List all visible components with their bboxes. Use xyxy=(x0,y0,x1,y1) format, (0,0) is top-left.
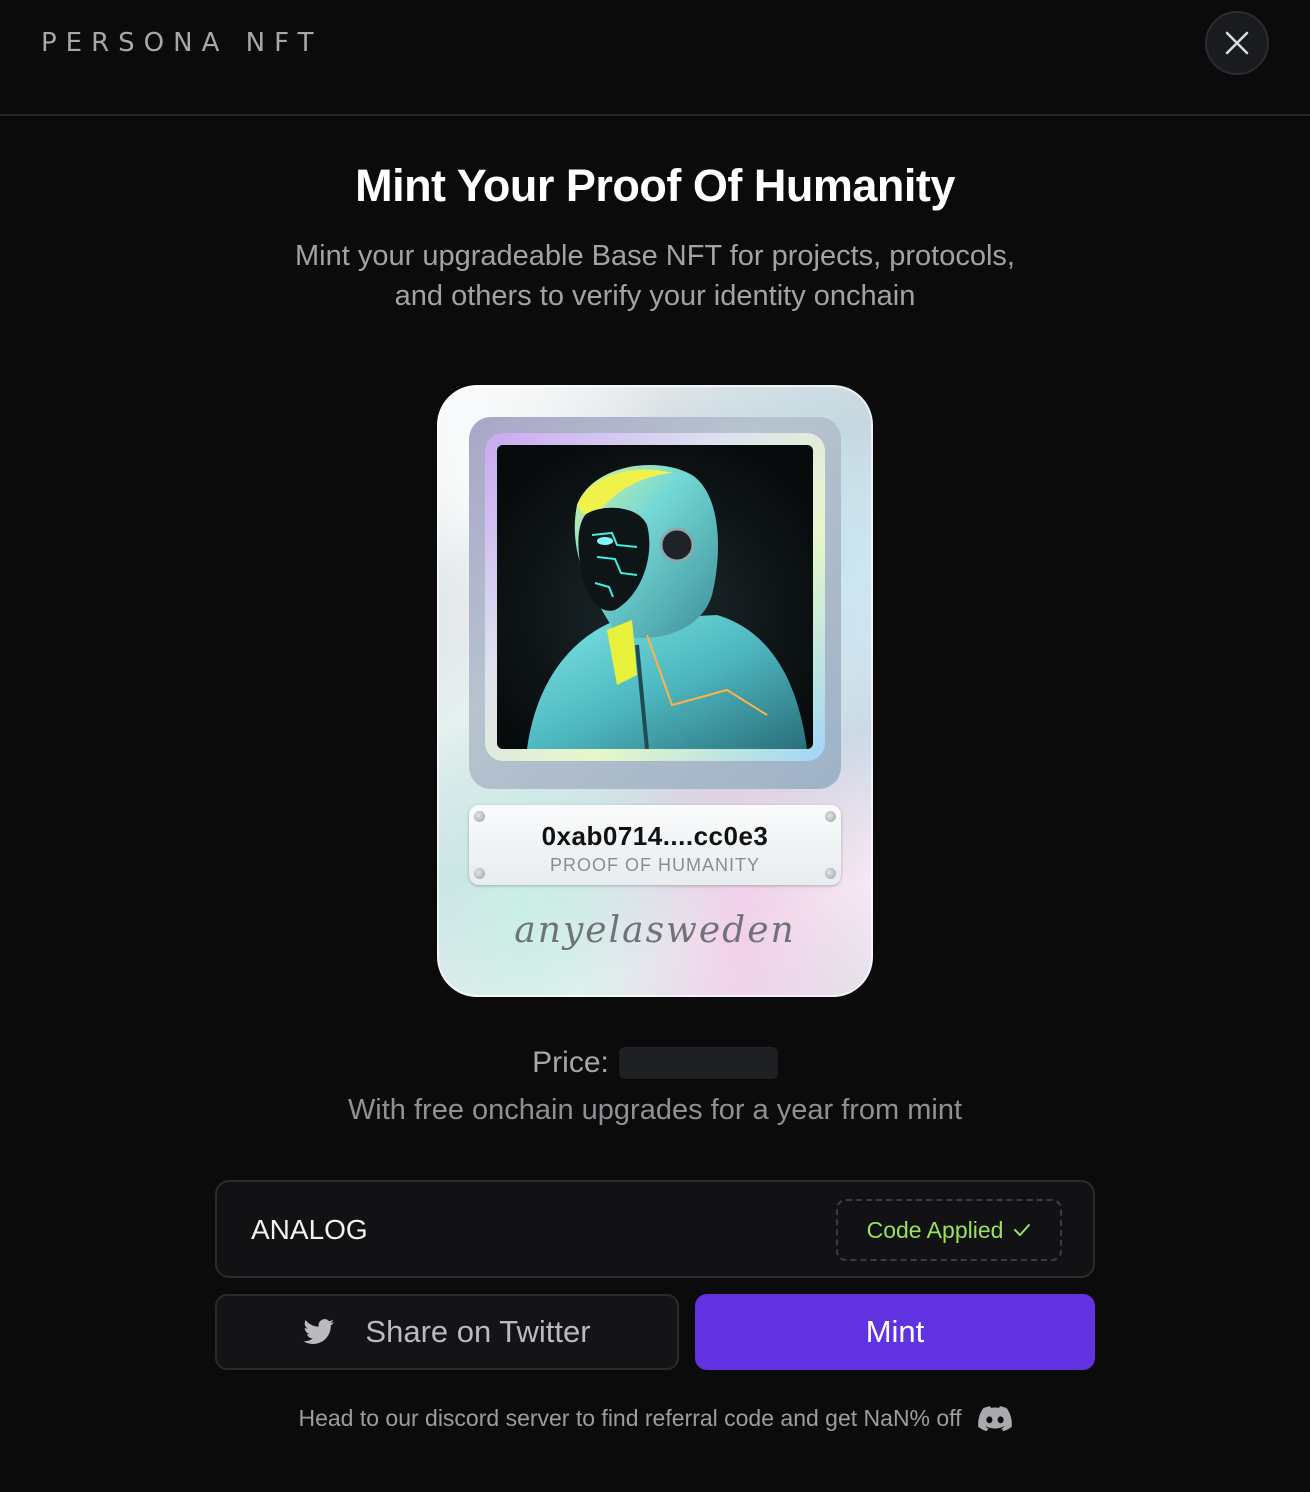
mint-label: Mint xyxy=(865,1314,925,1349)
hooded-cyber-figure-icon xyxy=(497,445,813,749)
share-on-twitter-button[interactable]: Share on Twitter xyxy=(215,1294,679,1370)
price-value-redacted xyxy=(618,1047,778,1079)
subtitle-line-2: and others to verify your identity oncha… xyxy=(394,280,916,312)
mint-button[interactable]: Mint xyxy=(695,1294,1095,1370)
discord-icon[interactable] xyxy=(977,1405,1012,1432)
code-applied-label: Code Applied xyxy=(866,1216,1004,1243)
referral-code-input[interactable] xyxy=(251,1214,811,1246)
top-bar: PERSONA NFT xyxy=(0,0,1310,116)
brand-logo[interactable]: PERSONA NFT xyxy=(41,28,322,58)
handle-signature: anyelasweden xyxy=(514,910,796,951)
referral-code-box: Code Applied xyxy=(215,1180,1095,1278)
share-on-twitter-label: Share on Twitter xyxy=(365,1314,591,1349)
portrait-frame xyxy=(469,417,841,789)
discord-referral-note: Head to our discord server to find refer… xyxy=(0,1405,1310,1432)
close-icon xyxy=(1225,31,1249,55)
upgrade-note: With free onchain upgrades for a year fr… xyxy=(347,1094,963,1126)
wallet-address: 0xab0714....cc0e3 xyxy=(541,821,769,851)
portrait-inner-frame xyxy=(485,433,825,761)
page-subtitle: Mint your upgradeable Base NFT for proje… xyxy=(230,236,1080,316)
page-title: Mint Your Proof Of Humanity xyxy=(355,160,955,211)
subtitle-line-1: Mint your upgradeable Base NFT for proje… xyxy=(295,240,1015,272)
price-row: Price: xyxy=(0,1046,1310,1080)
close-button[interactable] xyxy=(1205,11,1269,75)
proof-caption: PROOF OF HUMANITY xyxy=(550,855,760,875)
code-applied-badge: Code Applied xyxy=(836,1199,1062,1261)
nft-portrait-image xyxy=(497,445,813,749)
identity-plate: 0xab0714....cc0e3 PROOF OF HUMANITY xyxy=(469,805,841,885)
nft-card-preview: 0xab0714....cc0e3 PROOF OF HUMANITY anye… xyxy=(437,385,873,997)
check-icon xyxy=(1014,1224,1031,1236)
discord-referral-text: Head to our discord server to find refer… xyxy=(298,1405,962,1431)
price-label: Price: xyxy=(532,1046,609,1079)
twitter-bird-icon xyxy=(303,1319,335,1344)
mint-page: PERSONA NFT Mint Your Proof Of Humanity … xyxy=(0,0,1310,1492)
